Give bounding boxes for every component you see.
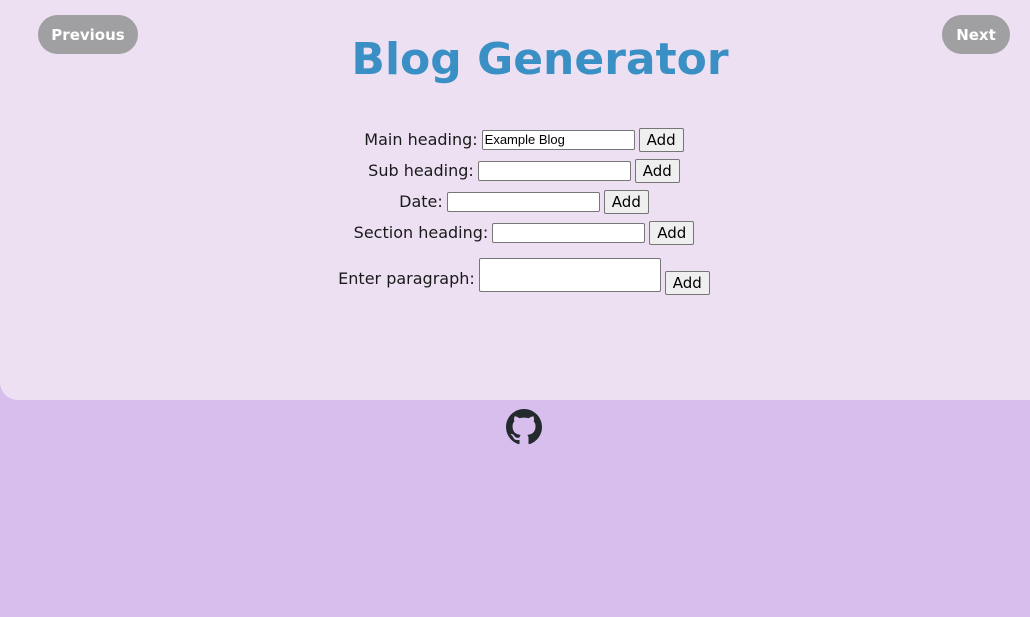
paragraph-row: Enter paragraph: Add (0, 248, 1030, 295)
add-section-heading-button[interactable]: Add (649, 220, 695, 245)
add-date-button[interactable]: Add (603, 189, 649, 214)
main-heading-input[interactable] (481, 129, 635, 150)
section-heading-label: Section heading: (353, 223, 489, 242)
add-main-heading-button[interactable]: Add (638, 127, 684, 152)
add-paragraph-button[interactable]: Add (664, 271, 710, 295)
paragraph-label: Enter paragraph: (338, 269, 475, 288)
page-title: Blog Generator (351, 34, 729, 85)
github-icon[interactable] (506, 409, 542, 445)
main-heading-label: Main heading: (364, 130, 478, 149)
main-heading-row: Main heading: Add (0, 124, 1030, 155)
date-label: Date: (399, 192, 443, 211)
date-input[interactable] (446, 191, 600, 212)
sub-heading-label: Sub heading: (368, 161, 474, 180)
paragraph-textarea[interactable] (478, 258, 661, 292)
date-row: Date: Add (0, 186, 1030, 217)
section-heading-input[interactable] (492, 222, 646, 243)
sub-heading-row: Sub heading: Add (0, 155, 1030, 186)
add-sub-heading-button[interactable]: Add (634, 158, 680, 183)
blog-form: Main heading: Add Sub heading: Add Date:… (0, 124, 1030, 295)
sub-heading-input[interactable] (477, 160, 631, 181)
section-heading-row: Section heading: Add (0, 217, 1030, 248)
